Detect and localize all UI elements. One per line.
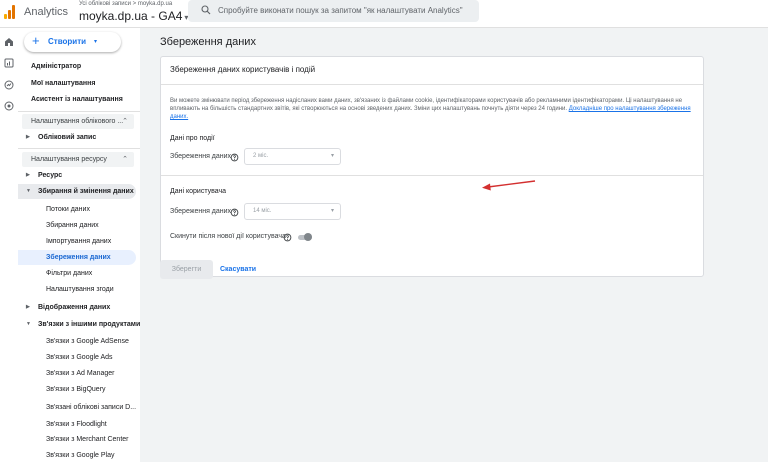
sidebar-item-data-import[interactable]: Імпортування даних bbox=[18, 234, 136, 249]
annotation-arrow-icon bbox=[482, 180, 536, 191]
breadcrumb[interactable]: Усі облікові записи > moyka.dp.ua bbox=[79, 1, 172, 7]
save-button[interactable]: Зберегти bbox=[160, 260, 213, 279]
main-content: Збереження даних Збереження даних корист… bbox=[140, 28, 768, 462]
sidebar-item-data-collection-sub[interactable]: Збирання даних bbox=[18, 218, 136, 233]
search-placeholder: Спробуйте виконати пошук за запитом "як … bbox=[218, 6, 463, 15]
top-bar: Analytics Усі облікові записи > moyka.dp… bbox=[0, 0, 768, 28]
cancel-button[interactable]: Скасувати bbox=[220, 260, 256, 279]
chevron-down-icon: ▾ bbox=[330, 208, 334, 214]
sidebar-item-merchant-center-links[interactable]: Зв'язки з Merchant Center bbox=[18, 432, 136, 447]
caret-right-icon: ▶ bbox=[26, 134, 30, 140]
analytics-logo-icon[interactable] bbox=[4, 5, 15, 19]
page-title: Збереження даних bbox=[160, 36, 256, 48]
nav-rail bbox=[0, 28, 18, 462]
sidebar-item-consent-settings[interactable]: Налаштування згоди bbox=[18, 282, 136, 297]
user-retention-value: 14 міс. bbox=[253, 208, 272, 214]
property-title: moyka.dp.ua - GA4 bbox=[79, 9, 183, 23]
sidebar-item-account[interactable]: ▶ Обліковий запис bbox=[18, 130, 136, 145]
plus-icon: + bbox=[32, 33, 40, 48]
user-retention-select[interactable]: 14 міс. ▾ bbox=[244, 203, 341, 220]
sidebar-item-admin[interactable]: Адміністратор bbox=[18, 59, 136, 74]
event-retention-value: 2 міс. bbox=[253, 153, 269, 159]
divider bbox=[18, 111, 140, 112]
divider bbox=[18, 148, 140, 149]
sidebar-item-floodlight-links[interactable]: Зв'язки з Floodlight bbox=[18, 417, 136, 432]
sidebar-item-resource[interactable]: ▶ Ресурс bbox=[18, 168, 136, 183]
reports-icon[interactable] bbox=[3, 57, 15, 69]
event-retention-select[interactable]: 2 міс. ▾ bbox=[244, 148, 341, 165]
reset-on-activity-label: Скинути після нової дії користувача bbox=[170, 233, 286, 240]
admin-sidebar: + Створити ▾ Адміністратор Мої налаштува… bbox=[18, 28, 140, 462]
sidebar-item-google-play-links[interactable]: Зв'язки з Google Play bbox=[18, 448, 136, 462]
sidebar-item-data-retention[interactable]: Збереження даних bbox=[18, 250, 136, 265]
advertising-icon[interactable] bbox=[3, 100, 15, 112]
sidebar-item-product-links[interactable]: ▼ Зв'язки з іншими продуктами bbox=[18, 317, 140, 332]
help-icon[interactable] bbox=[283, 233, 292, 242]
sidebar-item-my-settings[interactable]: Мої налаштування bbox=[18, 76, 136, 91]
divider bbox=[161, 84, 703, 85]
retention-card: Збереження даних користувачів і подій Ви… bbox=[160, 56, 704, 277]
create-button[interactable]: + Створити ▾ bbox=[24, 32, 121, 52]
user-retention-label: Збереження даних bbox=[170, 208, 232, 215]
help-icon[interactable] bbox=[230, 208, 239, 217]
sidebar-item-linked-accounts[interactable]: Зв'язані облікові записи D... bbox=[18, 400, 136, 415]
home-icon[interactable] bbox=[3, 36, 15, 48]
description: Ви можете змінювати період збереження на… bbox=[170, 97, 695, 121]
resource-settings-section[interactable]: Налаштування ресурсу ⌃ bbox=[22, 152, 134, 167]
sidebar-item-data-filters[interactable]: Фільтри даних bbox=[18, 266, 136, 281]
chevron-down-icon: ▾ bbox=[330, 153, 334, 159]
sidebar-item-setup-assistant[interactable]: Асистент із налаштування bbox=[18, 92, 136, 107]
account-settings-section[interactable]: Налаштування облікового ... ⌃ bbox=[22, 114, 134, 129]
sidebar-item-data-collection[interactable]: ▼ Збирання й змінення даних bbox=[18, 184, 136, 199]
user-data-heading: Дані користувача bbox=[170, 188, 227, 195]
sidebar-item-bigquery-links[interactable]: Зв'язки з BigQuery bbox=[18, 382, 136, 397]
chevron-up-icon: ⌃ bbox=[122, 118, 128, 125]
caret-right-icon: ▶ bbox=[26, 304, 30, 310]
help-icon[interactable] bbox=[230, 153, 239, 162]
explore-icon[interactable] bbox=[3, 79, 15, 91]
sidebar-item-data-streams[interactable]: Потоки даних bbox=[18, 202, 136, 217]
app-name[interactable]: Analytics bbox=[24, 6, 68, 18]
search-bar[interactable]: Спробуйте виконати пошук за запитом "як … bbox=[188, 0, 479, 22]
create-button-label: Створити bbox=[48, 37, 87, 46]
caret-down-icon: ▼ bbox=[26, 321, 31, 327]
event-retention-label: Збереження даних bbox=[170, 153, 232, 160]
chevron-up-icon: ⌃ bbox=[122, 156, 128, 163]
chevron-down-icon: ▾ bbox=[94, 39, 98, 45]
property-selector[interactable]: moyka.dp.ua - GA4 ▾ bbox=[79, 9, 188, 23]
caret-down-icon: ▼ bbox=[26, 188, 31, 194]
sidebar-item-adsense-links[interactable]: Зв'язки з Google AdSense bbox=[18, 334, 136, 349]
toggle-knob bbox=[304, 233, 312, 241]
card-title: Збереження даних користувачів і подій bbox=[170, 65, 316, 74]
reset-on-activity-toggle[interactable] bbox=[297, 233, 313, 241]
search-icon bbox=[201, 5, 211, 15]
divider bbox=[161, 175, 703, 176]
sidebar-item-data-display[interactable]: ▶ Відображення даних bbox=[18, 300, 136, 315]
sidebar-item-ad-manager-links[interactable]: Зв'язки з Ad Manager bbox=[18, 366, 136, 381]
sidebar-item-ads-links[interactable]: Зв'язки з Google Ads bbox=[18, 350, 136, 365]
caret-right-icon: ▶ bbox=[26, 172, 30, 178]
event-data-heading: Дані про події bbox=[170, 135, 215, 142]
